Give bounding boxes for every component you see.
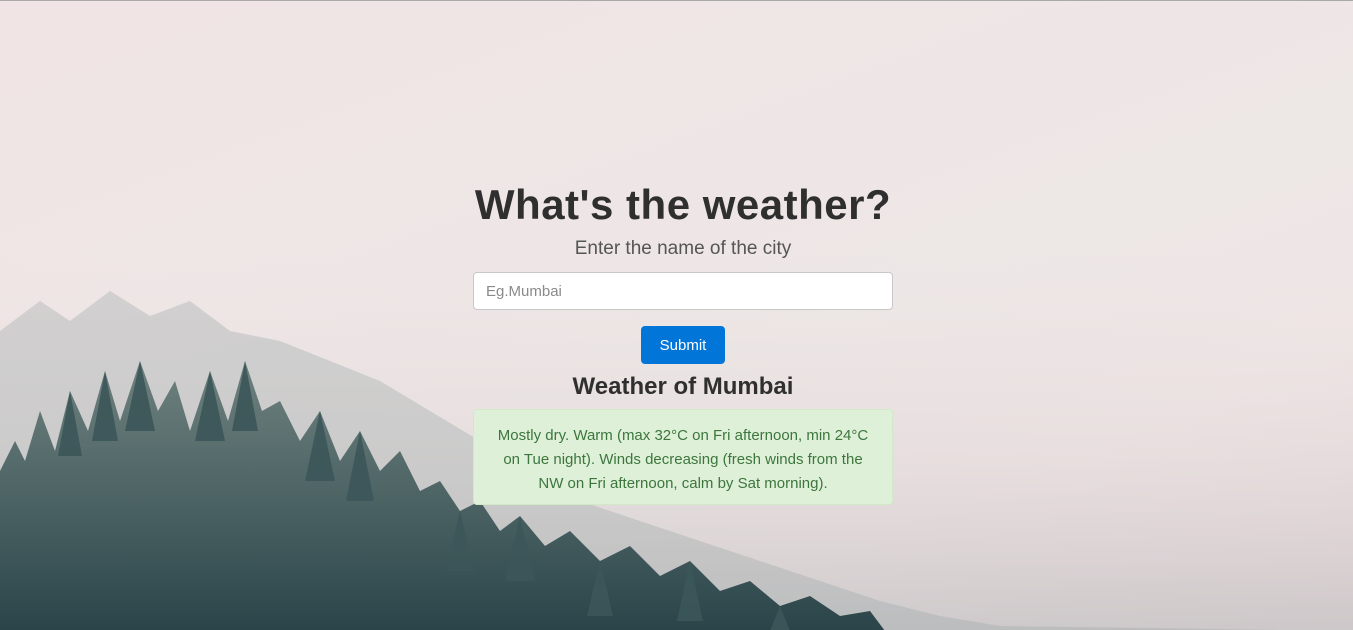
weather-result-heading: Weather of Mumbai bbox=[572, 373, 794, 400]
city-input[interactable] bbox=[473, 272, 893, 310]
submit-button[interactable]: Submit bbox=[641, 326, 725, 364]
page-title: What's the weather? bbox=[474, 181, 892, 228]
forecast-alert: Mostly dry. Warm (max 32°C on Fri aftern… bbox=[473, 409, 893, 505]
foggy-forest-background bbox=[0, 251, 1353, 630]
forecast-text: Mostly dry. Warm (max 32°C on Fri aftern… bbox=[497, 427, 869, 492]
city-prompt-label: Enter the name of the city bbox=[574, 238, 792, 259]
